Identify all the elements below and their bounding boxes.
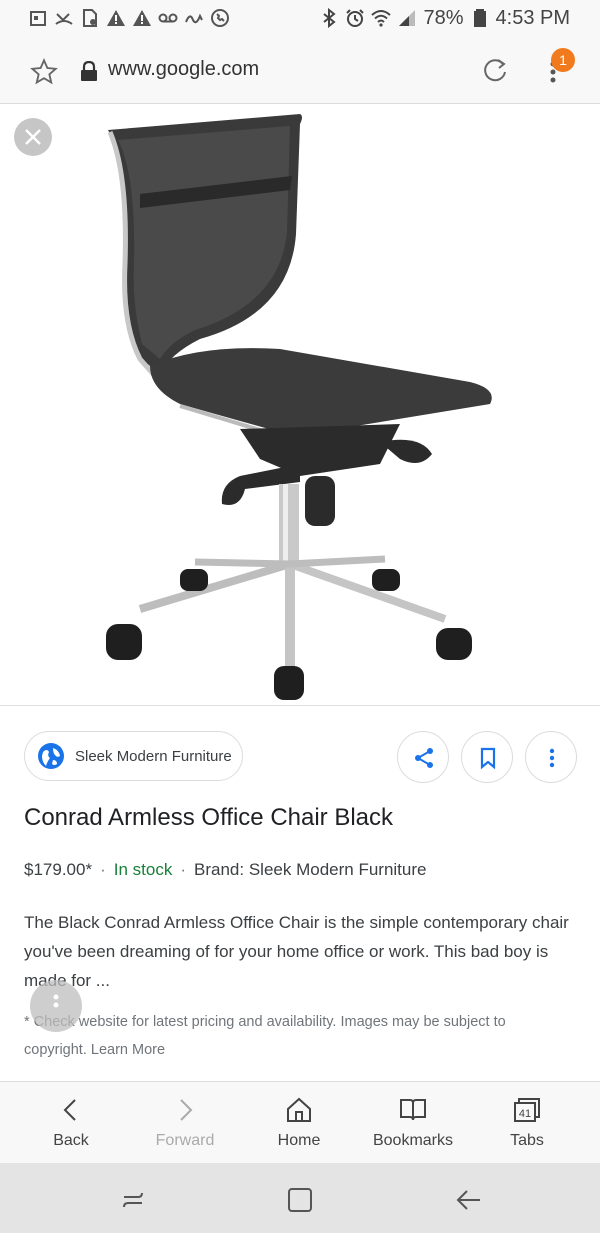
bookmarks-label: Bookmarks bbox=[372, 1132, 454, 1149]
product-meta: $179.00* · In stock · Brand: Sleek Moder… bbox=[24, 860, 426, 880]
home-icon bbox=[287, 1097, 311, 1122]
browser-bottom-nav: Back Forward Home Bookmarks 41 Tabs bbox=[0, 1081, 600, 1163]
bookmark-star-icon[interactable] bbox=[30, 58, 58, 86]
learn-more-link[interactable]: Learn More bbox=[91, 1042, 165, 1058]
warning-icon bbox=[133, 10, 151, 26]
product-description: The Black Conrad Armless Office Chair is… bbox=[24, 913, 569, 990]
brand: Brand: Sleek Modern Furniture bbox=[194, 860, 427, 879]
lock-icon bbox=[81, 61, 97, 81]
more-vert-icon bbox=[53, 994, 59, 1008]
signal-icon bbox=[399, 10, 416, 26]
chevron-right-icon bbox=[180, 1099, 193, 1121]
wifi-icon bbox=[371, 10, 392, 27]
clock-time: 4:53 PM bbox=[495, 6, 570, 29]
calendar-icon bbox=[30, 11, 46, 26]
product-image[interactable] bbox=[0, 104, 600, 706]
battery-icon bbox=[473, 9, 486, 27]
more-options-button[interactable] bbox=[525, 731, 577, 783]
reload-icon[interactable] bbox=[480, 56, 510, 86]
home-square-icon[interactable] bbox=[285, 1185, 315, 1215]
address-bar: www.google.com 1 bbox=[0, 38, 600, 104]
home-button[interactable]: Home bbox=[242, 1082, 356, 1164]
tabs-button[interactable]: 41 Tabs bbox=[470, 1082, 584, 1164]
chevron-left-icon bbox=[63, 1099, 76, 1121]
stock-status: In stock bbox=[113, 860, 173, 879]
warning-icon bbox=[107, 10, 125, 26]
tabs-label: Tabs bbox=[510, 1132, 544, 1149]
voicemail-icon bbox=[158, 13, 178, 23]
status-bar: 78% 4:53 PM bbox=[0, 0, 600, 38]
tabs-icon: 41 bbox=[514, 1098, 540, 1122]
back-arrow-icon[interactable] bbox=[453, 1185, 483, 1215]
forward-button[interactable]: Forward bbox=[128, 1082, 242, 1164]
source-name: Sleek Modern Furniture bbox=[75, 747, 232, 765]
tab-count: 41 bbox=[519, 1108, 531, 1120]
globe-icon bbox=[38, 743, 64, 769]
close-button[interactable] bbox=[14, 118, 52, 156]
missed-call-icon bbox=[55, 13, 73, 25]
bookmarks-button[interactable]: Bookmarks bbox=[356, 1082, 470, 1164]
back-button[interactable]: Back bbox=[14, 1082, 128, 1164]
share-button[interactable] bbox=[397, 731, 449, 783]
product-title: Conrad Armless Office Chair Black bbox=[24, 804, 394, 831]
bookmark-icon bbox=[480, 747, 496, 770]
home-label: Home bbox=[277, 1132, 321, 1149]
system-nav-bar bbox=[0, 1163, 600, 1233]
more-vert-icon bbox=[549, 748, 555, 768]
system-status: 78% 4:53 PM bbox=[319, 6, 570, 30]
bluetooth-icon bbox=[323, 8, 337, 28]
share-icon bbox=[415, 748, 433, 768]
url-field[interactable]: www.google.com bbox=[108, 58, 259, 81]
battery-percent: 78% bbox=[423, 6, 464, 29]
notification-badge: 1 bbox=[551, 48, 575, 72]
file-icon bbox=[83, 9, 97, 27]
back-label: Back bbox=[53, 1132, 89, 1149]
forward-label: Forward bbox=[155, 1132, 215, 1149]
signature-icon bbox=[185, 13, 203, 24]
alarm-icon bbox=[346, 9, 365, 27]
price: $179.00* bbox=[24, 860, 93, 879]
save-button[interactable] bbox=[461, 731, 513, 783]
phone-circle-icon bbox=[211, 9, 229, 27]
separator: · bbox=[180, 860, 187, 879]
close-icon bbox=[25, 129, 41, 145]
book-icon bbox=[400, 1099, 426, 1121]
office-chair-image bbox=[106, 114, 492, 700]
floating-menu-button[interactable] bbox=[30, 980, 82, 1032]
disclaimer: * Check website for latest pricing and a… bbox=[24, 1008, 564, 1064]
separator: · bbox=[100, 860, 106, 879]
source-chip[interactable]: Sleek Modern Furniture bbox=[24, 731, 243, 781]
recent-apps-icon[interactable] bbox=[118, 1185, 148, 1215]
notification-icons bbox=[28, 6, 230, 30]
